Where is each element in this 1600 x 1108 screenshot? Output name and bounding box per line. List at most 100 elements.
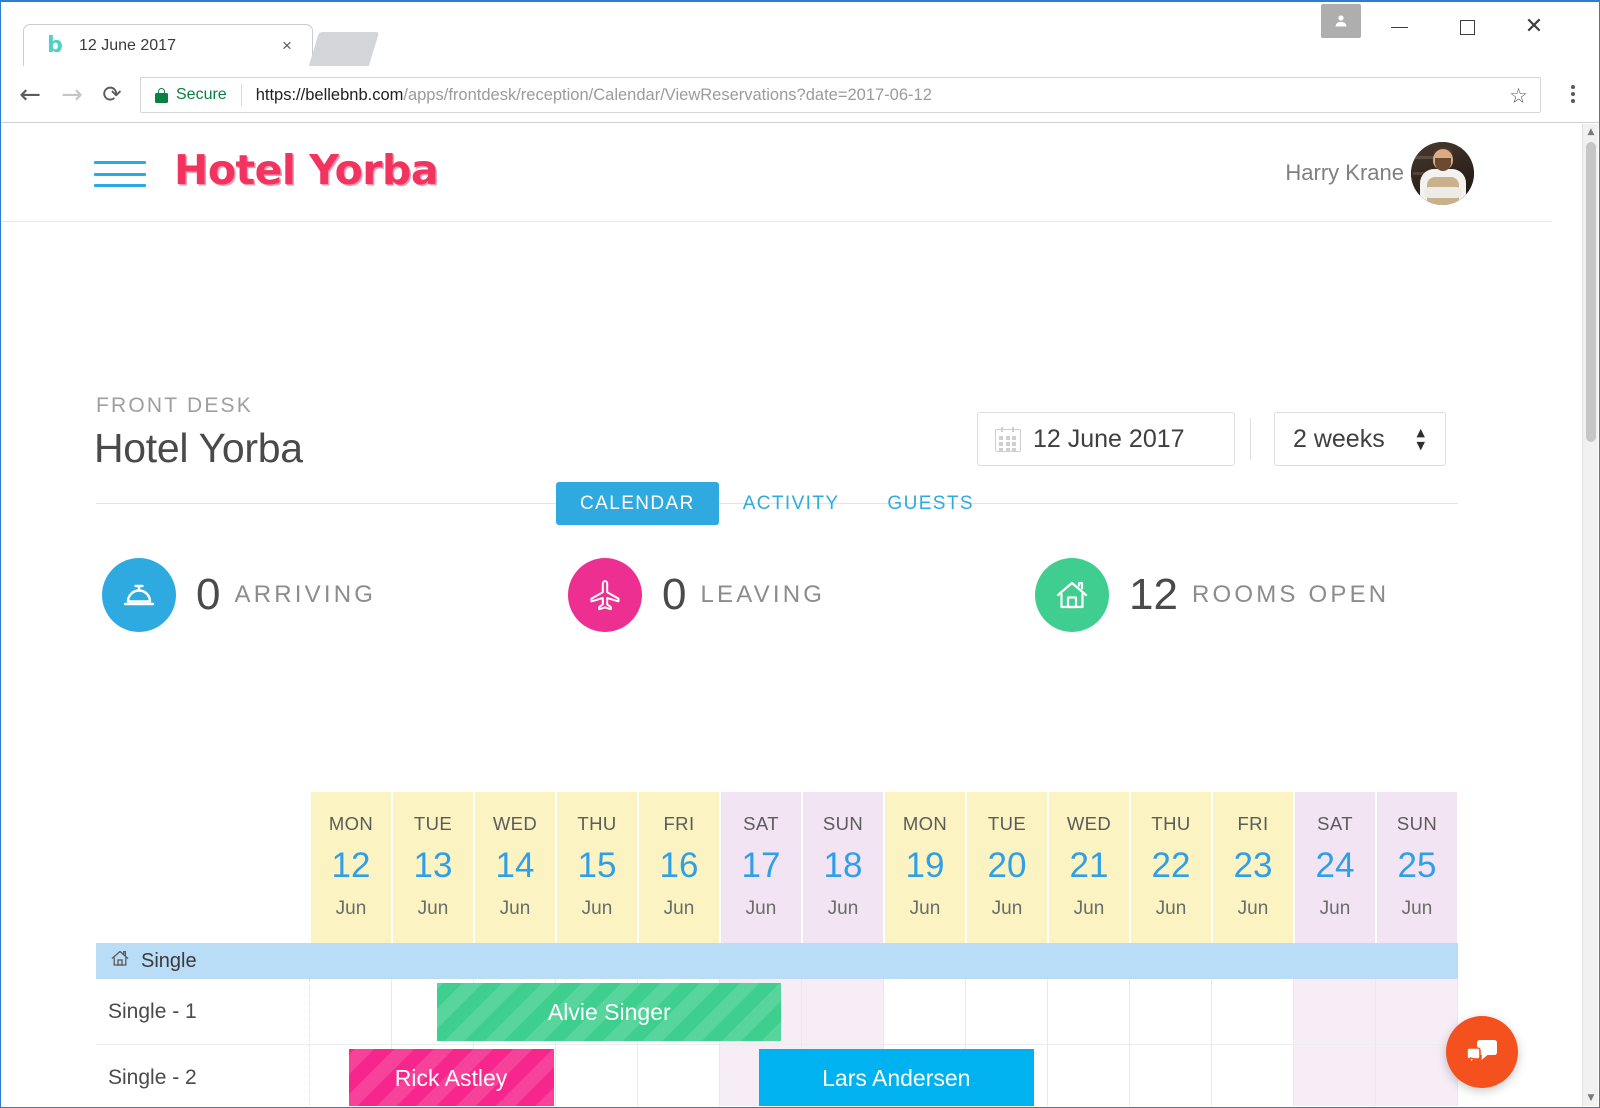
reservation-bar[interactable]: Lars Andersen [758,1049,1035,1106]
window-close-button[interactable]: ✕ [1511,6,1557,48]
day-number: 14 [495,846,535,885]
profile-icon[interactable] [1321,4,1361,38]
maximize-button[interactable] [1444,6,1490,48]
scroll-up-icon[interactable]: ▲ [1583,124,1598,140]
day-number: 24 [1315,846,1355,885]
calendar-icon [995,426,1021,452]
brand-logo[interactable]: Hotel Yorba [174,150,439,191]
calendar-cell[interactable] [1294,979,1376,1045]
calendar-day-header[interactable]: WED 14 Jun [474,792,556,943]
room-name[interactable]: Single - 1 [96,979,310,1045]
calendar-day-header[interactable]: WED 21 Jun [1048,792,1130,943]
day-month: Jun [499,898,531,919]
close-icon[interactable]: × [278,37,296,55]
forward-icon[interactable]: → [55,78,89,112]
stat-rooms-open: 12 ROOMS OPEN [1035,558,1389,632]
calendar-day-header[interactable]: TUE 20 Jun [966,792,1048,943]
room-type-group-header[interactable]: Single [96,943,1458,979]
browser-window: b 12 June 2017 × ✕ ← → ⟳ Secure https://… [0,0,1600,1108]
calendar-cell[interactable] [802,979,884,1045]
calendar-cell[interactable] [556,1045,638,1106]
calendar-cell[interactable] [310,979,392,1045]
calendar-cell[interactable] [1212,979,1294,1045]
reservation-guest-name: Rick Astley [394,1064,508,1091]
day-of-week: WED [1066,813,1112,834]
day-number: 25 [1397,846,1437,885]
calendar-day-header[interactable]: MON 12 Jun [310,792,392,943]
calendar-cell[interactable] [966,979,1048,1045]
url-host: https://bellebnb.com [255,85,404,104]
page-scrollbar[interactable]: ▲ ▼ [1582,124,1598,1106]
reservation-bar[interactable]: Alvie Singer [437,983,782,1041]
reservation-calendar: MON 12 Jun TUE 13 Jun WED 14 Jun THU 15 Jun FRI 16 Jun… [96,792,1458,1106]
date-picker[interactable]: 12 June 2017 [977,412,1235,466]
date-picker-value: 12 June 2017 [1033,424,1185,453]
day-of-week: WED [492,813,538,834]
tab-activity[interactable]: ACTIVITY [719,482,864,525]
day-month: Jun [663,898,695,919]
calendar-cell[interactable] [1130,979,1212,1045]
calendar-day-header[interactable]: SAT 24 Jun [1294,792,1376,943]
calendar-cell[interactable] [1048,979,1130,1045]
back-icon[interactable]: ← [13,78,47,112]
day-month: Jun [827,898,859,919]
calendar-day-header[interactable]: SUN 25 Jun [1376,792,1458,943]
day-number: 17 [741,846,781,885]
chat-widget-button[interactable] [1446,1016,1518,1088]
bookmark-star-icon[interactable]: ☆ [1509,84,1528,108]
day-number: 23 [1233,846,1273,885]
tab-calendar[interactable]: CALENDAR [556,481,719,525]
app-header: Hotel Yorba Harry Krane [2,124,1552,222]
lock-icon [155,87,168,103]
calendar-day-header[interactable]: SUN 18 Jun [802,792,884,943]
calendar-cell[interactable] [1294,1045,1376,1106]
day-of-week: SAT [743,813,779,834]
calendar-day-header[interactable]: FRI 16 Jun [638,792,720,943]
calendar-day-header[interactable]: MON 19 Jun [884,792,966,943]
chat-bubbles-icon [1466,1040,1497,1065]
calendar-cell[interactable] [1212,1045,1294,1106]
day-month: Jun [909,898,941,919]
url-path: /apps/frontdesk/reception/Calendar/ViewR… [403,85,932,104]
calendar-cell[interactable] [884,979,966,1045]
browser-tab[interactable]: b 12 June 2017 × [23,24,313,66]
day-number: 15 [577,846,617,885]
calendar-day-header[interactable]: SAT 17 Jun [720,792,802,943]
calendar-cell[interactable] [1048,1045,1130,1106]
avatar[interactable] [1411,142,1474,205]
bell-icon [102,558,176,632]
room-row: Single - 2 Rick Astley Lars Andersen [96,1045,1458,1106]
scrollbar-thumb[interactable] [1586,142,1596,442]
calendar-cell[interactable] [1376,979,1458,1045]
hamburger-menu-icon[interactable] [94,161,146,187]
minimize-button[interactable] [1376,6,1422,48]
calendar-corner-cell [96,792,310,943]
calendar-header-row: MON 12 Jun TUE 13 Jun WED 14 Jun THU 15 Jun FRI 16 Jun… [96,792,1458,943]
new-tab-button[interactable] [308,32,380,66]
day-of-week: SAT [1317,813,1353,834]
reload-icon[interactable]: ⟳ [95,78,129,112]
range-select-value: 2 weeks [1293,424,1385,453]
calendar-day-header[interactable]: THU 22 Jun [1130,792,1212,943]
reservation-bar[interactable]: Rick Astley [348,1049,554,1106]
scroll-down-icon[interactable]: ▼ [1583,1090,1598,1106]
day-month: Jun [1401,898,1433,919]
calendar-cell[interactable] [1130,1045,1212,1106]
calendar-day-header[interactable]: TUE 13 Jun [392,792,474,943]
control-divider [1250,418,1251,460]
day-number: 16 [659,846,699,885]
calendar-day-header[interactable]: THU 15 Jun [556,792,638,943]
address-bar[interactable]: Secure https://bellebnb.com/apps/frontde… [140,77,1541,113]
browser-toolbar: ← → ⟳ Secure https://bellebnb.com/apps/f… [1,66,1599,123]
calendar-cell[interactable] [638,1045,720,1106]
secure-label: Secure [176,86,227,103]
day-month: Jun [417,898,449,919]
room-name[interactable]: Single - 2 [96,1045,310,1106]
tab-guests[interactable]: GUESTS [863,482,998,525]
range-select[interactable]: 2 weeks ▲ ▼ [1274,412,1446,466]
stat-value: 0 [196,570,221,619]
browser-menu-icon[interactable] [1561,80,1585,108]
address-bar-url: https://bellebnb.com/apps/frontdesk/rece… [256,86,932,105]
calendar-day-header[interactable]: FRI 23 Jun [1212,792,1294,943]
window-close-icon: ✕ [1524,14,1544,39]
